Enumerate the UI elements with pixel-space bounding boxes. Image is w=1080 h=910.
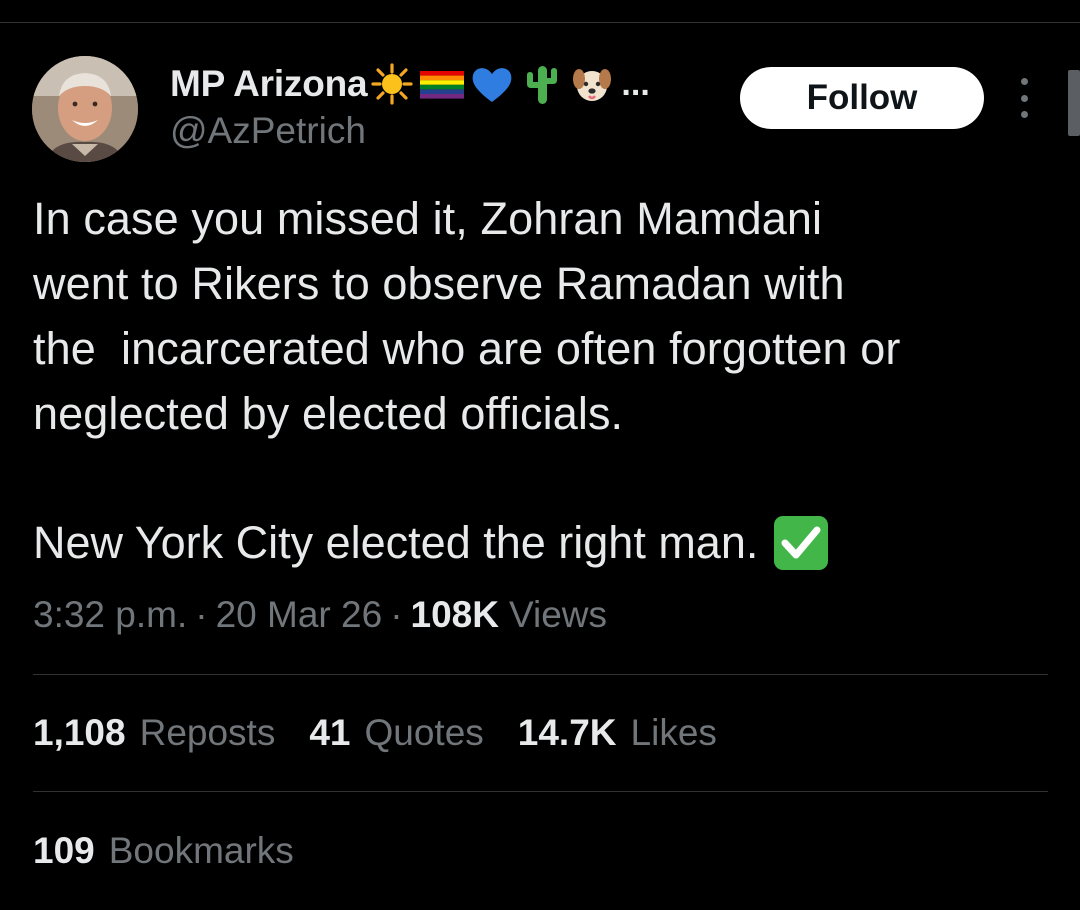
blue-heart-icon [469, 62, 515, 106]
sun-icon [369, 62, 415, 106]
tweet-time[interactable]: 3:32 p.m. [33, 594, 187, 636]
meta-separator: · [390, 594, 403, 635]
likes-label: Likes [630, 712, 717, 753]
engagement-stats: 1,108 Reposts 41 Quotes 14.7K Likes [33, 712, 751, 754]
more-dot [1020, 78, 1028, 85]
meta-separator: · [195, 594, 208, 635]
reposts-count: 1,108 [33, 712, 126, 753]
tweet-text-line: New York City elected the right man. [33, 517, 759, 568]
bookmarks-label: Bookmarks [108, 830, 294, 871]
name-truncation-ellipsis: ... [621, 65, 650, 103]
scrollbar[interactable] [1068, 70, 1080, 136]
bookmarks-stat[interactable]: 109 Bookmarks [33, 830, 294, 872]
rainbow-flag-icon [419, 62, 465, 106]
likes-count: 14.7K [517, 712, 617, 753]
tweet-text: In case you missed it, Zohran Mamdani we… [33, 193, 901, 439]
bookmarks-count: 109 [33, 830, 95, 871]
top-divider [0, 22, 1080, 23]
more-dot [1020, 94, 1028, 102]
quotes-stat[interactable]: 41 Quotes [309, 712, 483, 754]
dog-icon [569, 62, 615, 106]
avatar[interactable] [32, 56, 138, 162]
name-emoji-row [369, 62, 619, 106]
views-count: 108K [410, 594, 499, 635]
stats-divider-top [33, 674, 1048, 675]
more-options-icon[interactable] [1012, 78, 1036, 118]
author-name-text: MP Arizona [170, 63, 368, 104]
cactus-icon [519, 62, 565, 106]
tweet-date[interactable]: 20 Mar 26 [216, 594, 383, 636]
views-label: Views [508, 594, 607, 635]
author-handle[interactable]: @AzPetrich [170, 110, 366, 152]
check-mark-button-icon [772, 515, 830, 571]
follow-button[interactable]: Follow [740, 67, 984, 129]
reposts-stat[interactable]: 1,108 Reposts [33, 712, 275, 754]
likes-stat[interactable]: 14.7K Likes [518, 712, 717, 754]
tweet-meta: 3:32 p.m. · 20 Mar 26 · 108K Views [33, 594, 607, 636]
author-display-name[interactable]: MP Arizona ... [170, 62, 650, 106]
quotes-label: Quotes [364, 712, 484, 753]
tweet-text-second-paragraph: New York City elected the right man. [33, 510, 1043, 575]
stats-divider-bottom [33, 791, 1048, 792]
more-dot [1020, 111, 1028, 118]
quotes-count: 41 [309, 712, 351, 753]
tweet-detail-view: MP Arizona ... @AzPetrich Follow In case… [0, 0, 1080, 910]
reposts-label: Reposts [139, 712, 276, 753]
